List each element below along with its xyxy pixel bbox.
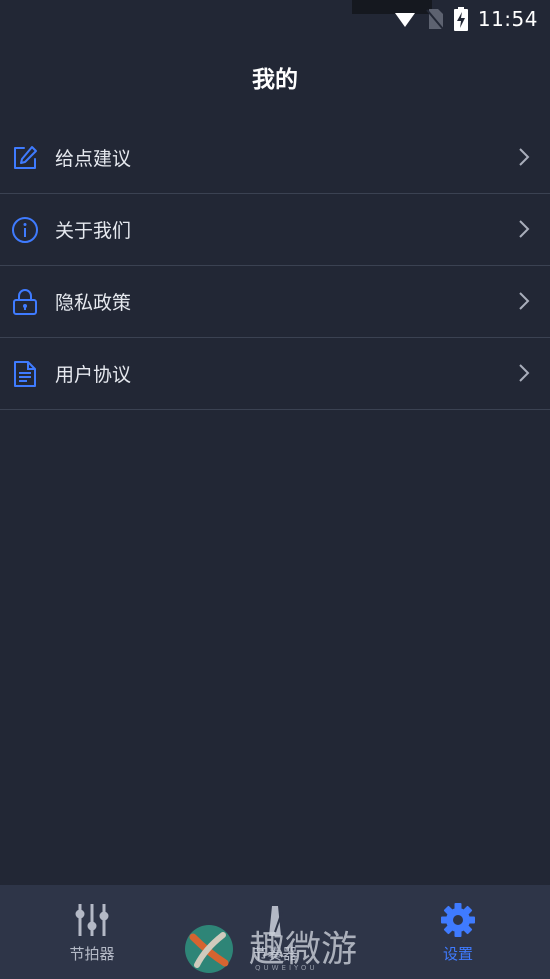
menu-item-feedback[interactable]: 给点建议 xyxy=(0,122,550,194)
menu-item-label: 关于我们 xyxy=(55,220,132,242)
chevron-right-icon xyxy=(519,292,530,310)
battery-charging-icon xyxy=(453,7,468,31)
chevron-right-icon xyxy=(519,148,530,166)
status-indicators: 11:54 xyxy=(394,6,538,32)
status-bar: 11:54 xyxy=(0,0,550,38)
wifi-icon xyxy=(394,13,415,27)
tab-label: 设置 xyxy=(442,945,473,963)
menu-item-about[interactable]: 关于我们 xyxy=(0,194,550,266)
info-icon xyxy=(12,217,38,243)
menu-item-agreement[interactable]: 用户协议 xyxy=(0,338,550,410)
status-time: 11:54 xyxy=(477,7,538,31)
sliders-icon xyxy=(75,904,109,936)
menu-item-privacy[interactable]: 隐私政策 xyxy=(0,266,550,338)
gear-icon xyxy=(441,903,475,937)
watermark-subtext: QUWEIYOU xyxy=(255,964,318,972)
tab-metronome[interactable]: 节拍器 xyxy=(37,885,147,979)
chevron-right-icon xyxy=(519,364,530,382)
document-icon xyxy=(14,361,36,387)
menu-item-label: 隐私政策 xyxy=(55,292,132,314)
edit-icon xyxy=(14,146,37,169)
lock-icon xyxy=(13,289,37,315)
tab-settings[interactable]: 设置 xyxy=(403,885,513,979)
menu-item-label: 给点建议 xyxy=(55,148,132,170)
no-sim-icon xyxy=(426,9,444,30)
chevron-right-icon xyxy=(519,220,530,238)
tab-label: 节拍器 xyxy=(69,945,115,963)
watermark: 趣微游 QUWEIYOU xyxy=(183,918,373,976)
menu-item-label: 用户协议 xyxy=(55,364,132,386)
watermark-logo-icon xyxy=(185,925,233,973)
page-title: 我的 xyxy=(252,67,298,93)
settings-menu: 给点建议 关于我们 隐私政策 用户协议 xyxy=(0,122,550,410)
page-header: 我的 xyxy=(0,58,550,102)
